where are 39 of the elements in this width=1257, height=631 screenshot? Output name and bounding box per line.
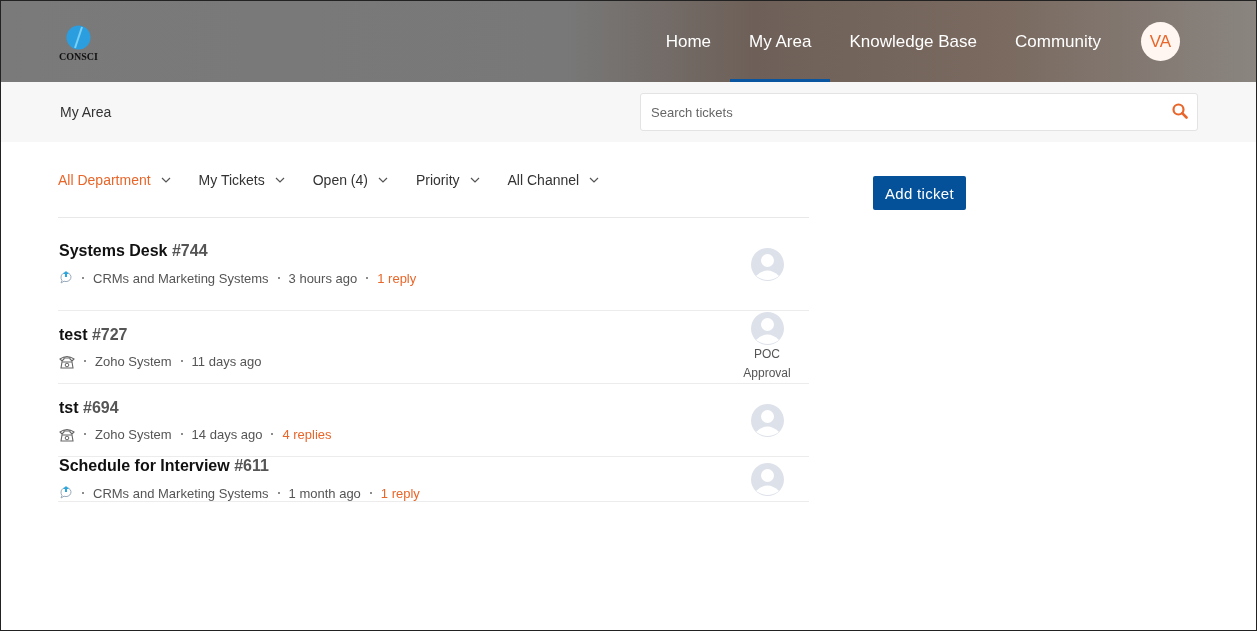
chevron-down-icon <box>160 176 171 183</box>
department-text: Zoho System <box>95 353 172 369</box>
ticket-title[interactable]: Schedule for Interview #611 <box>59 457 737 475</box>
department-text: CRMs and Marketing Systems <box>93 270 269 286</box>
search-field[interactable]: Search tickets <box>640 93 1198 131</box>
time-text: 14 days ago <box>191 426 263 442</box>
time-text: 11 days ago <box>191 353 262 369</box>
nav-link[interactable]: Knowledge Base <box>830 1 997 82</box>
nav-link[interactable]: Home <box>646 1 731 82</box>
nav-link[interactable]: Community <box>996 1 1120 82</box>
filter-dropdown[interactable]: Open (4) <box>312 171 388 188</box>
telephone-icon <box>59 426 75 442</box>
ticket-title[interactable]: Systems Desk #744 <box>59 242 737 260</box>
ticket-title[interactable]: tst #694 <box>59 398 737 417</box>
avatar-icon <box>750 247 784 281</box>
telephone-icon <box>59 353 75 369</box>
status-text: POC Approval <box>742 345 792 382</box>
avatar-icon <box>750 462 784 496</box>
avatar-icon <box>750 403 784 437</box>
department-text: Zoho System <box>95 426 172 442</box>
chevron-down-icon <box>469 176 480 183</box>
ticket-title[interactable]: test #727 <box>59 325 737 344</box>
logo-icon <box>65 25 91 50</box>
filter-dropdown[interactable]: My Tickets <box>198 171 285 188</box>
time-text: 1 month ago <box>288 485 361 501</box>
chat-bubble-icon <box>59 270 73 286</box>
time-text: 3 hours ago <box>288 270 358 286</box>
search-icon[interactable] <box>1172 103 1188 119</box>
breadcrumb[interactable]: My Area <box>60 104 112 120</box>
add-ticket-button[interactable]: Add ticket <box>873 176 966 210</box>
logo-text: CONSCI <box>59 51 98 62</box>
chat-bubble-icon <box>59 485 73 501</box>
avatar-icon <box>750 311 784 345</box>
filter-dropdown[interactable]: All Channel <box>507 171 600 188</box>
department-text: CRMs and Marketing Systems <box>93 485 269 501</box>
chevron-down-icon <box>377 176 388 183</box>
chevron-down-icon <box>589 176 600 183</box>
filter-dropdown[interactable]: Priority <box>415 171 480 188</box>
chevron-down-icon <box>274 176 285 183</box>
